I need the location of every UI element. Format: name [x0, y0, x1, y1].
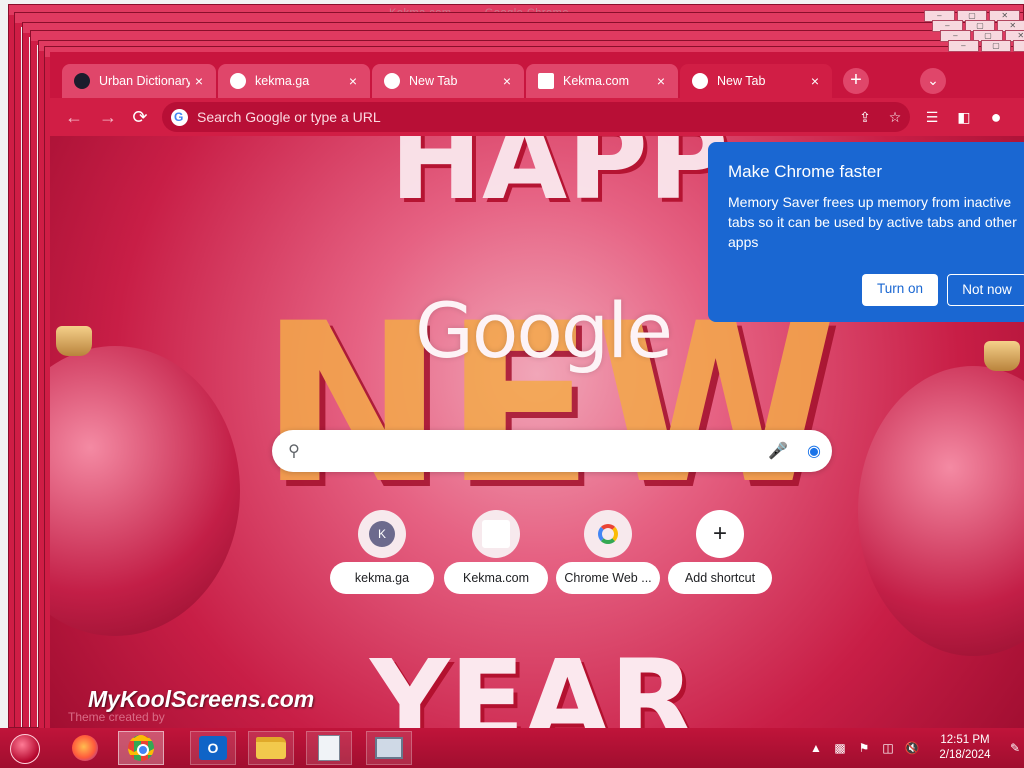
forward-button[interactable]: → [96, 106, 120, 130]
system-tray: ▲ ▩ ⚑ ◫ 🔇 12:51 PM 2/18/2024 ✎ [804, 728, 1024, 768]
tab-label: Kekma.com [563, 74, 629, 88]
start-button[interactable] [10, 734, 40, 764]
new-tab-button[interactable]: + [843, 68, 869, 94]
shortcut-icon-container: K [358, 510, 406, 558]
globe-icon [230, 73, 246, 89]
address-bar[interactable]: Search Google or type a URL ⇪ ☆ [162, 102, 910, 132]
tab-search-button[interactable]: ⌄ [920, 68, 946, 94]
plus-icon: + [712, 520, 727, 547]
taskbar-chrome[interactable] [118, 731, 164, 765]
taskbar-clock[interactable]: 12:51 PM 2/18/2024 [924, 733, 1006, 763]
ornament-left [50, 346, 240, 636]
tab-new-tab-active[interactable]: New Tab × [680, 64, 832, 98]
reload-button[interactable]: ⟳ [128, 106, 152, 130]
ornament-cap-right [984, 341, 1020, 371]
taskbar-outlook[interactable]: O [190, 731, 236, 765]
not-now-button[interactable]: Not now [947, 274, 1024, 306]
task-scheduler-icon [318, 735, 340, 761]
taskbar-firefox[interactable] [62, 731, 108, 765]
taskbar-resource-monitor[interactable] [366, 731, 412, 765]
browser-toolbar: ← → ⟳ Search Google or type a URL ⇪ ☆ ☰ … [50, 98, 1024, 136]
volume-muted-icon[interactable]: 🔇 [904, 741, 920, 755]
tab-label: New Tab [409, 74, 458, 88]
taskbar: O ▲ ▩ ⚑ ◫ 🔇 12:51 PM 2/18/2024 ✎ [0, 728, 1024, 768]
share-icon[interactable]: ⇪ [850, 109, 880, 126]
clock-date: 2/18/2024 [939, 749, 991, 761]
tab-new-tab-1[interactable]: New Tab × [372, 64, 524, 98]
shortcut-label: Kekma.com [444, 562, 548, 594]
add-shortcut-button[interactable]: + Add shortcut [668, 510, 772, 596]
address-bar-placeholder: Search Google or type a URL [197, 109, 381, 125]
chrome-icon [384, 73, 400, 89]
action-center-flag-icon[interactable]: ⚑ [856, 741, 872, 755]
chrome-web-store-icon [598, 524, 618, 544]
watermark: MyKoolScreens.com [88, 686, 315, 712]
google-g-icon [171, 108, 188, 126]
theme-art-year: YEAR [370, 636, 695, 732]
shortcut-kekma-com[interactable]: Kekma.com [444, 510, 548, 596]
tab-urban-dictionary[interactable]: Urban Dictionary × [62, 64, 216, 98]
reading-list-icon[interactable]: ☰ [920, 106, 944, 128]
microphone-icon[interactable]: 🎤 [760, 441, 796, 461]
shortcut-icon-container: + [696, 510, 744, 558]
profile-avatar-icon[interactable]: ● [984, 106, 1008, 128]
clock-time: 12:51 PM [940, 734, 990, 746]
window-controls-stack[interactable]: –▢✕ [948, 40, 1024, 52]
resource-monitor-icon [375, 737, 403, 759]
shortcut-label: kekma.ga [330, 562, 434, 594]
close-icon[interactable]: × [190, 72, 208, 90]
network-icon[interactable]: ◫ [880, 741, 896, 755]
google-logo: Google [415, 286, 673, 375]
turn-on-button[interactable]: Turn on [862, 274, 938, 306]
ntp-search-box[interactable]: ⚲ 🎤 ◉ [272, 430, 832, 472]
tab-kekma-ga[interactable]: kekma.ga × [218, 64, 370, 98]
shortcut-chrome-web-store[interactable]: Chrome Web ... [556, 510, 660, 596]
search-icon: ⚲ [288, 443, 300, 460]
show-hidden-icons-icon[interactable]: ▲ [808, 741, 824, 755]
tab-label: New Tab [717, 74, 766, 88]
tab-strip: Urban Dictionary × kekma.ga × New Tab × … [50, 52, 1024, 98]
google-lens-icon[interactable]: ◉ [796, 441, 832, 461]
promo-body: Memory Saver frees up memory from inacti… [728, 194, 1017, 250]
back-button[interactable]: ← [62, 106, 86, 130]
ornament-cap-left [56, 326, 92, 356]
chrome-icon [128, 735, 154, 761]
close-icon[interactable]: × [806, 72, 824, 90]
shortcut-icon-container [472, 510, 520, 558]
blank-page-icon [482, 520, 510, 548]
letter-avatar-icon: K [369, 521, 395, 547]
outlook-icon: O [199, 736, 227, 760]
tab-label: kekma.ga [255, 74, 310, 88]
tab-kekma-com[interactable]: Kekma.com × [526, 64, 678, 98]
close-icon[interactable]: × [652, 72, 670, 90]
firefox-icon [72, 735, 98, 761]
close-icon[interactable]: × [344, 72, 362, 90]
close-icon[interactable]: × [498, 72, 516, 90]
blank-page-icon [538, 73, 554, 89]
file-explorer-icon [256, 737, 286, 759]
promo-title: Make Chrome faster [728, 162, 882, 181]
theme-art-happy: HAPP [390, 136, 729, 224]
ntp-search-input[interactable] [316, 442, 760, 460]
taskbar-file-explorer[interactable] [248, 731, 294, 765]
side-panel-icon[interactable]: ◧ [952, 106, 976, 128]
shortcut-kekma-ga[interactable]: K kekma.ga [330, 510, 434, 596]
memory-saver-promo: Make Chrome faster Memory Saver frees up… [708, 142, 1024, 322]
show-desktop-icon[interactable]: ✎ [1010, 741, 1020, 755]
shortcut-label: Chrome Web ... [556, 562, 660, 594]
tab-label: Urban Dictionary [99, 74, 190, 88]
urban-dictionary-favicon-icon [74, 73, 90, 89]
shortcut-label: Add shortcut [668, 562, 772, 594]
taskbar-task-scheduler[interactable] [306, 731, 352, 765]
shortcut-icon-container [584, 510, 632, 558]
bookmark-star-icon[interactable]: ☆ [880, 109, 910, 126]
network-computers-icon[interactable]: ▩ [832, 741, 848, 755]
chrome-icon [692, 73, 708, 89]
ornament-right [858, 366, 1024, 656]
